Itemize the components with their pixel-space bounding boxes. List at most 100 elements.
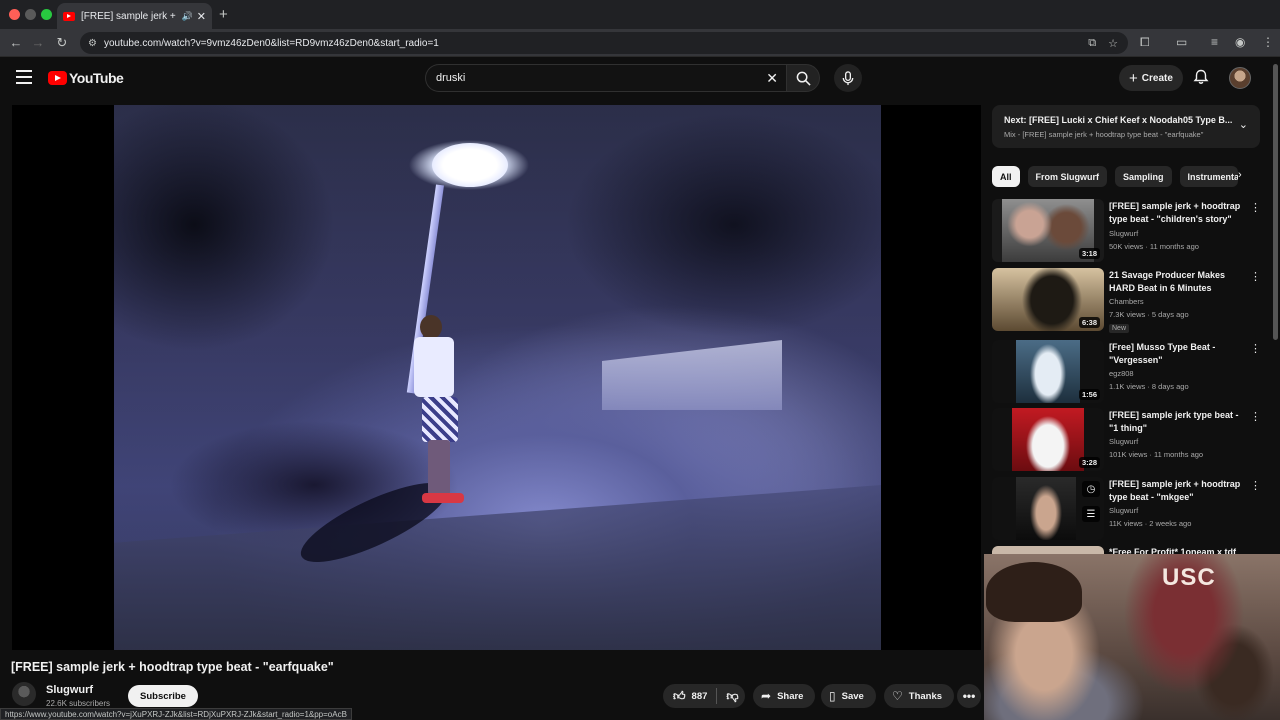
more-vertical-icon[interactable]: ⋮	[1250, 201, 1261, 214]
recommendation-meta: 50K views · 11 months ago	[1109, 242, 1199, 251]
video-duration: 1:56	[1078, 389, 1100, 400]
recommendation-item[interactable]: 3:18 [FREE] sample jerk + hoodtrap type …	[992, 199, 1261, 263]
account-avatar[interactable]	[1229, 67, 1251, 89]
channel-name[interactable]: Slugwurf	[46, 684, 93, 696]
more-vertical-icon[interactable]: ⋮	[1250, 410, 1261, 423]
notifications-bell-icon[interactable]	[1193, 69, 1209, 85]
cast-icon[interactable]: ▭	[1176, 35, 1187, 49]
address-url[interactable]: youtube.com/watch?v=9vmz46zDen0&list=RD9…	[104, 38, 1088, 49]
reload-button[interactable]: ↻	[54, 35, 70, 51]
video-thumbnail[interactable]: 3:18	[992, 199, 1104, 262]
thumbs-up-icon[interactable]: 👍︎	[673, 689, 686, 704]
recommendation-meta: 11K views · 2 weeks ago	[1109, 519, 1192, 528]
like-count[interactable]: 887	[692, 691, 708, 702]
recommendation-title[interactable]: [Free] Musso Type Beat - "Vergessen"	[1109, 341, 1246, 366]
search-query[interactable]: druski	[436, 72, 465, 84]
speaker-icon[interactable]: 🔊	[182, 11, 193, 22]
thanks-button[interactable]: ♡ Thanks	[884, 684, 955, 708]
recommendation-channel[interactable]: Slugwurf	[1109, 229, 1138, 238]
search-button[interactable]	[786, 64, 820, 92]
browser-toolbar: ← → ↻ ⚙ youtube.com/watch?v=9vmz46zDen0&…	[0, 29, 1280, 57]
watch-later-clock-icon[interactable]: ◷	[1082, 481, 1100, 497]
more-vertical-icon[interactable]: ⋮	[1250, 270, 1261, 283]
recommendation-item[interactable]: 1:56 [Free] Musso Type Beat - "Vergessen…	[992, 340, 1261, 404]
webcam-shirt-text: USC	[1162, 564, 1216, 591]
recommendation-item[interactable]: 6:38 21 Savage Producer Makes HARD Beat …	[992, 268, 1261, 333]
video-thumbnail[interactable]: 1:56	[992, 340, 1104, 403]
thanks-label: Thanks	[908, 690, 943, 702]
recommendation-channel[interactable]: Slugwurf	[1109, 506, 1138, 515]
recommendation-meta: 101K views · 11 months ago	[1109, 450, 1204, 459]
more-vertical-icon[interactable]: ⋮	[1250, 479, 1261, 492]
recommendation-item[interactable]: ◷ ☰ [FREE] sample jerk + hoodtrap type b…	[992, 477, 1261, 541]
chip-sampling[interactable]: Sampling	[1115, 166, 1172, 187]
tab-title: [FREE] sample jerk + hoodtrap type beat …	[81, 10, 178, 22]
close-tab-icon[interactable]: ✕	[197, 10, 206, 23]
new-tab-button[interactable]: +	[219, 6, 228, 23]
site-info-icon[interactable]: ⚙	[88, 38, 97, 49]
logo-text: YouTube	[69, 70, 124, 86]
youtube-favicon-icon	[63, 11, 75, 21]
up-next-panel[interactable]: Next: [FREE] Lucki x Chief Keef x Noodah…	[992, 105, 1260, 148]
video-frame[interactable]	[114, 105, 881, 650]
like-divider	[716, 688, 718, 704]
chevron-right-icon[interactable]: ›	[1238, 169, 1242, 181]
thanks-heart-icon: ♡	[892, 689, 903, 703]
microphone-icon	[842, 70, 854, 85]
back-button[interactable]: ←	[8, 35, 24, 50]
recommendation-title[interactable]: [FREE] sample jerk + hoodtrap type beat …	[1109, 478, 1246, 503]
video-thumbnail[interactable]: ◷ ☰	[992, 477, 1104, 540]
install-app-icon[interactable]: ⧉	[1088, 37, 1096, 50]
youtube-logo[interactable]: YouTube	[48, 70, 124, 86]
forward-button[interactable]: →	[30, 35, 46, 50]
channel-avatar[interactable]	[12, 682, 36, 706]
extensions-icon[interactable]: ⧠	[1140, 35, 1150, 50]
search-input[interactable]: druski ✕	[425, 64, 786, 92]
chevron-down-icon[interactable]: ⌄	[1239, 118, 1248, 131]
browser-menu-icon[interactable]: ⋮	[1262, 35, 1274, 49]
profile-icon[interactable]: ◉	[1235, 35, 1245, 49]
share-button[interactable]: ➦ Share	[753, 684, 816, 708]
video-scene-person	[414, 315, 472, 515]
reading-list-icon[interactable]: ≡	[1211, 35, 1218, 49]
video-thumbnail[interactable]: 3:28	[992, 408, 1104, 471]
more-vertical-icon[interactable]: ⋮	[1250, 342, 1261, 355]
chip-from-channel[interactable]: From Slugwurf	[1027, 166, 1108, 187]
minimize-window-button[interactable]	[25, 9, 36, 20]
like-dislike-group: 👍︎ 887 👎︎	[663, 684, 745, 708]
page-scrollbar[interactable]	[1273, 64, 1278, 340]
plus-icon: +	[1129, 69, 1138, 87]
recommendation-title[interactable]: 21 Savage Producer Makes HARD Beat in 6 …	[1109, 269, 1246, 294]
recommendation-channel[interactable]: Chambers	[1109, 297, 1144, 306]
save-label: Save	[841, 690, 864, 702]
bookmark-star-icon[interactable]: ☆	[1108, 37, 1118, 50]
recommendation-item[interactable]: 3:28 [FREE] sample jerk type beat - "1 t…	[992, 408, 1261, 472]
recommendation-channel[interactable]: egz808	[1109, 369, 1134, 378]
address-bar[interactable]: ⚙ youtube.com/watch?v=9vmz46zDen0&list=R…	[80, 32, 1128, 54]
browser-tab-bar: [FREE] sample jerk + hoodtrap type beat …	[0, 0, 1280, 29]
video-duration: 6:38	[1078, 317, 1100, 328]
youtube-masthead: YouTube druski ✕ + Create	[0, 57, 1280, 102]
thumbs-down-icon[interactable]: 👎︎	[726, 689, 738, 704]
recommendation-title[interactable]: [FREE] sample jerk type beat - "1 thing"	[1109, 409, 1246, 434]
recommendation-title[interactable]: [FREE] sample jerk + hoodtrap type beat …	[1109, 200, 1246, 225]
menu-icon[interactable]	[16, 70, 32, 84]
video-player[interactable]	[12, 105, 981, 650]
video-thumbnail[interactable]: 6:38	[992, 268, 1104, 331]
add-to-queue-icon[interactable]: ☰	[1082, 506, 1100, 522]
chip-instrumental[interactable]: Instrumenta	[1179, 166, 1238, 187]
close-window-button[interactable]	[9, 9, 20, 20]
maximize-window-button[interactable]	[41, 9, 52, 20]
up-next-title[interactable]: Next: [FREE] Lucki x Chief Keef x Noodah…	[1004, 115, 1232, 125]
create-button[interactable]: + Create	[1119, 65, 1183, 91]
video-scene-lamp	[432, 143, 508, 187]
save-button[interactable]: ▯ Save	[821, 684, 876, 708]
create-label: Create	[1141, 72, 1173, 84]
recommendation-channel[interactable]: Slugwurf	[1109, 437, 1138, 446]
subscribe-button[interactable]: Subscribe	[128, 685, 198, 707]
more-actions-button[interactable]: •••	[957, 684, 981, 708]
browser-tab-active[interactable]: [FREE] sample jerk + hoodtrap type beat …	[57, 3, 212, 29]
clear-search-icon[interactable]: ✕	[766, 70, 778, 87]
voice-search-button[interactable]	[834, 64, 862, 92]
chip-all[interactable]: All	[992, 166, 1020, 187]
